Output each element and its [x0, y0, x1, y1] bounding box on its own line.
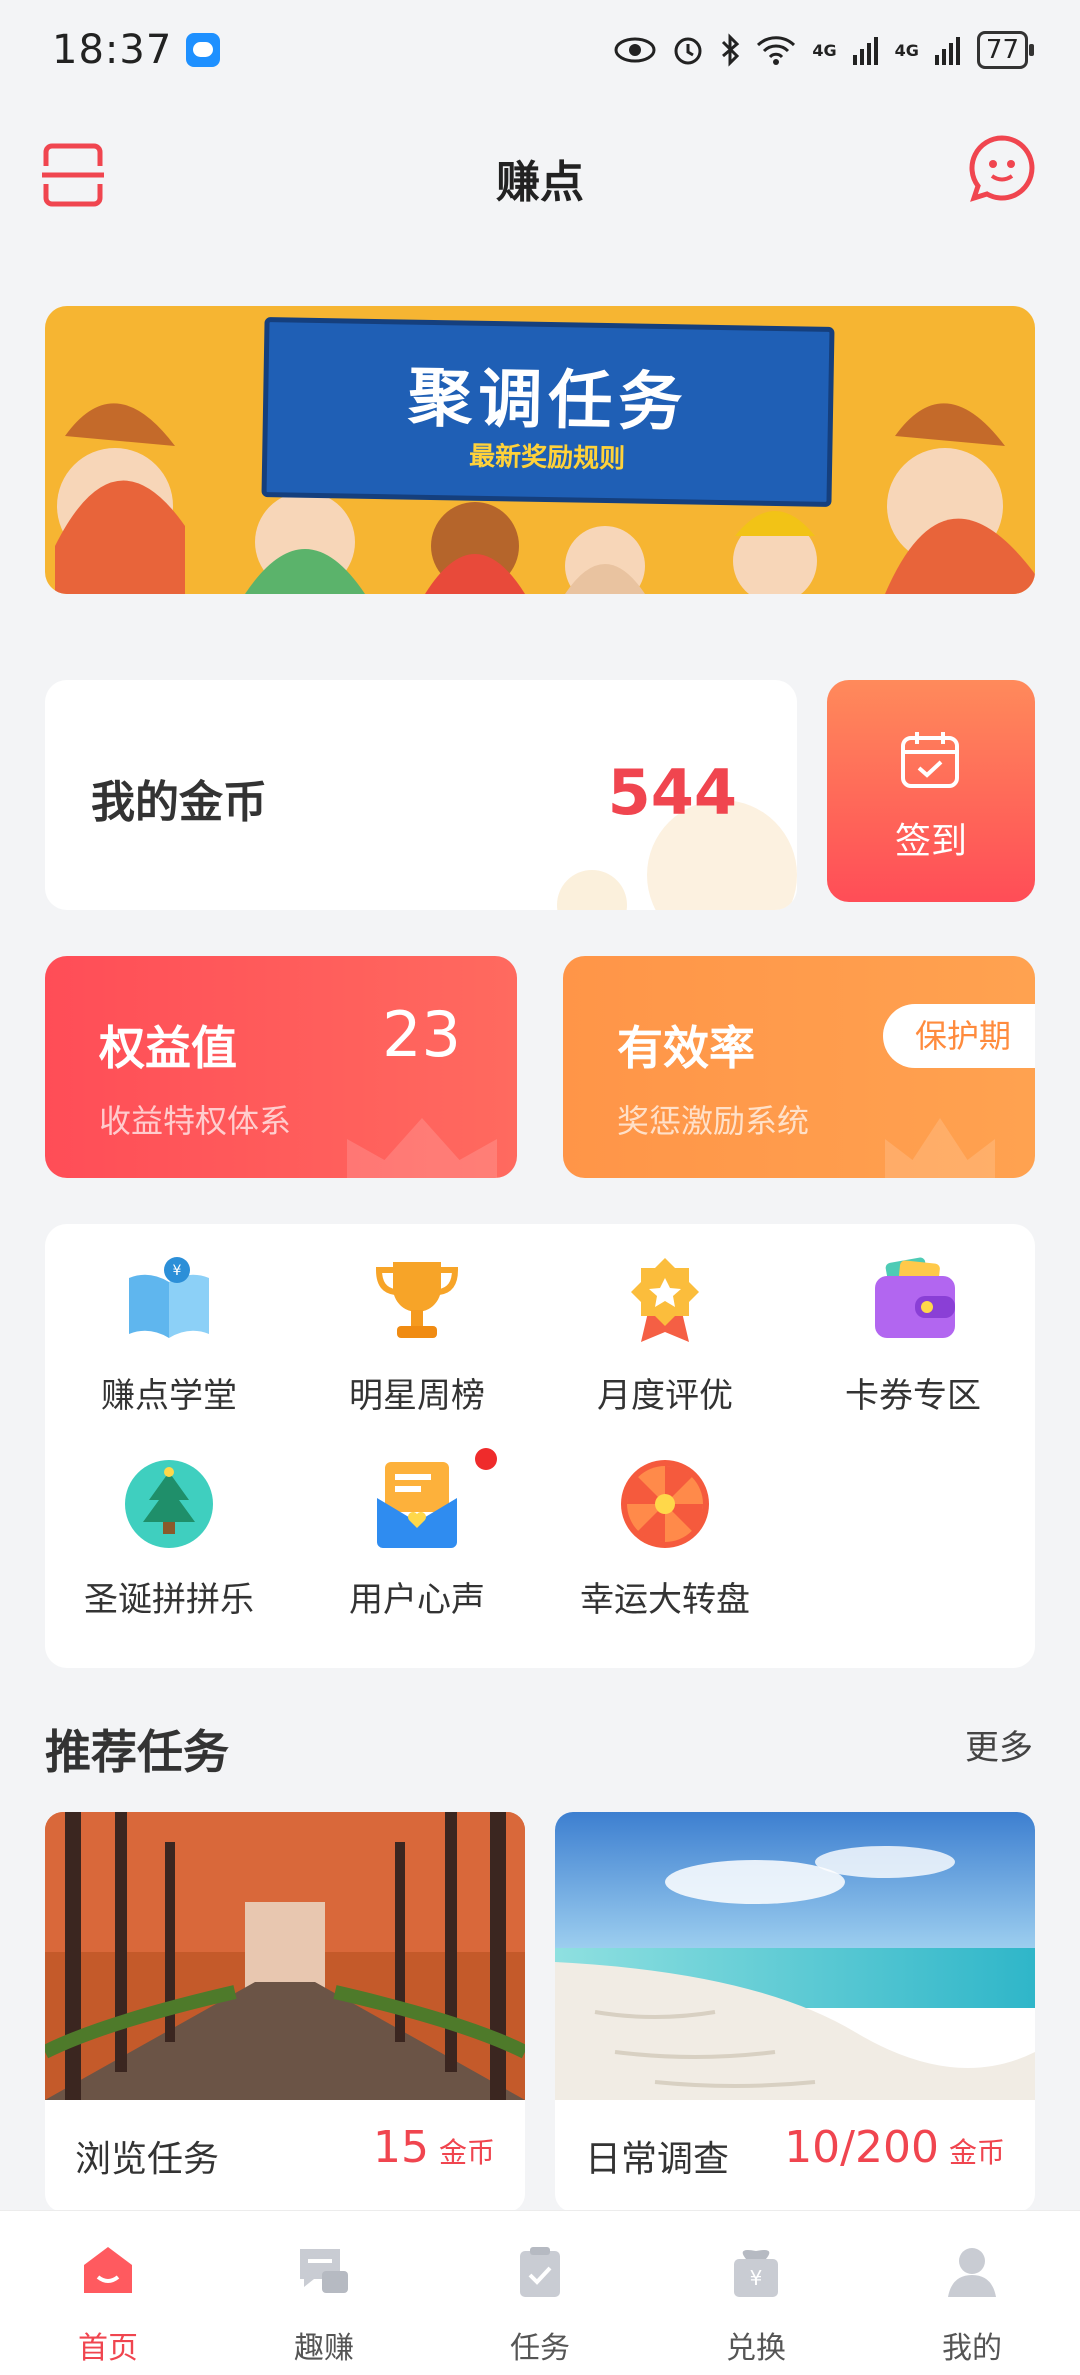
task-reward: 10/200 金币 — [784, 2122, 1005, 2173]
grid-label: 明星周榜 — [349, 1376, 485, 1416]
tab-fun-earn[interactable]: 趣赚 — [216, 2211, 432, 2375]
tab-label: 趣赚 — [294, 2331, 354, 2366]
alarm-icon — [674, 37, 702, 65]
task-reward-value: 10/200 — [784, 2122, 939, 2173]
rights-card[interactable]: 权益值 收益特权体系 23 — [45, 956, 517, 1178]
customer-service-icon[interactable] — [968, 134, 1036, 202]
svg-text:¥: ¥ — [173, 1263, 182, 1279]
task-reward-unit: 金币 — [948, 2136, 1005, 2169]
task-name: 浏览任务 — [75, 2139, 220, 2180]
chat-icon — [300, 2249, 348, 2293]
grid-label: 月度评优 — [597, 1376, 733, 1416]
tab-mine[interactable]: 我的 — [864, 2211, 1080, 2375]
status-bar: 18:37 4G 4G 77 — [0, 0, 1080, 100]
mail-heart-icon — [377, 1462, 457, 1548]
grid-label: 幸运大转盘 — [580, 1580, 750, 1620]
rights-subtitle: 收益特权体系 — [99, 1102, 292, 1140]
coin-decoration-small — [557, 870, 627, 910]
task-image-forest-path — [45, 1812, 525, 2100]
rights-value: 23 — [382, 998, 461, 1071]
app-header: 赚点 — [0, 120, 1080, 230]
banner-board: 聚调任务 最新奖励规则 — [261, 317, 835, 507]
rights-title: 权益值 — [99, 1021, 237, 1075]
task-name: 日常调查 — [585, 2139, 730, 2180]
task-reward-unit: 金币 — [438, 2136, 495, 2169]
task-card-browse[interactable]: 浏览任务 15 金币 — [45, 1812, 525, 2212]
eye-icon — [614, 37, 656, 63]
gift-icon: ¥ — [734, 2250, 778, 2297]
tab-label: 我的 — [942, 2331, 1002, 2366]
christmas-tree-icon — [125, 1460, 213, 1548]
grid-item-star-ranking[interactable]: 明星周榜 — [293, 1224, 541, 1424]
coins-value: 544 — [607, 756, 737, 829]
signal-icon — [852, 37, 878, 65]
trophy-icon — [375, 1262, 459, 1338]
signin-label: 签到 — [894, 821, 967, 862]
grid-item-monthly-award[interactable]: 月度评优 — [541, 1224, 789, 1424]
signal-icon — [934, 37, 960, 65]
efficiency-card[interactable]: 有效率 奖惩激励系统 保护期 — [563, 956, 1035, 1178]
wifi-icon — [757, 36, 796, 65]
tab-label: 首页 — [78, 2331, 138, 2366]
bluetooth-icon — [722, 33, 740, 67]
feature-grid: ¥ 赚点学堂 明星周榜 月度评优 卡券专区 圣诞拼拼乐 用户心声 幸运大转盘 — [45, 1224, 1035, 1668]
my-coins-card[interactable]: 我的金币 544 — [45, 680, 797, 910]
efficiency-subtitle: 奖惩激励系统 — [617, 1102, 810, 1140]
grid-item-coupons[interactable]: 卡券专区 — [789, 1224, 1037, 1424]
page-title: 赚点 — [496, 157, 584, 208]
more-link[interactable]: 更多 — [965, 1720, 1033, 1769]
medal-icon — [631, 1258, 699, 1342]
grid-label: 赚点学堂 — [101, 1376, 237, 1416]
grid-label: 卡券专区 — [845, 1376, 981, 1416]
lucky-wheel-icon — [621, 1460, 709, 1548]
promo-banner[interactable]: 聚调任务 最新奖励规则 — [45, 306, 1035, 594]
tab-label: 兑换 — [726, 2331, 786, 2366]
tab-exchange[interactable]: ¥ 兑换 — [648, 2211, 864, 2375]
task-reward: 15 金币 — [373, 2122, 495, 2173]
grid-item-school[interactable]: ¥ 赚点学堂 — [45, 1224, 293, 1424]
grid-label: 圣诞拼拼乐 — [84, 1580, 254, 1620]
clipboard-icon — [520, 2247, 560, 2297]
grid-item-lucky-wheel[interactable]: 幸运大转盘 — [541, 1428, 789, 1628]
efficiency-title: 有效率 — [617, 1021, 755, 1075]
protection-badge: 保护期 — [882, 1004, 1035, 1068]
home-icon — [84, 2247, 132, 2293]
grid-item-user-voice[interactable]: 用户心声 — [293, 1428, 541, 1628]
task-image-beach — [555, 1812, 1035, 2100]
section-title: 推荐任务 — [45, 1725, 229, 1779]
banner-title: 聚调任务 — [407, 361, 689, 441]
tab-tasks[interactable]: 任务 — [432, 2211, 648, 2375]
grid-item-christmas[interactable]: 圣诞拼拼乐 — [45, 1428, 293, 1628]
wallet-icon — [875, 1257, 955, 1338]
status-icons: 4G 4G 77 — [614, 31, 1035, 69]
tab-home[interactable]: 首页 — [0, 2211, 216, 2375]
lotus-decoration — [885, 1118, 995, 1178]
book-icon: ¥ — [129, 1257, 209, 1338]
status-time: 18:37 — [52, 27, 173, 73]
svg-text:¥: ¥ — [750, 2266, 763, 2290]
task-card-survey[interactable]: 日常调查 10/200 金币 — [555, 1812, 1035, 2212]
user-icon — [948, 2248, 996, 2297]
notification-dot — [475, 1448, 497, 1470]
message-notification-icon — [186, 33, 221, 67]
network-type-1: 4G — [812, 40, 837, 60]
battery-indicator: 77 — [976, 31, 1035, 69]
task-reward-value: 15 — [372, 2122, 429, 2173]
crown-decoration — [347, 1118, 497, 1178]
tab-label: 任务 — [510, 2331, 570, 2366]
calendar-check-icon — [901, 732, 959, 788]
bottom-tab-bar: 首页 趣赚 任务 ¥ 兑换 我的 — [0, 2210, 1080, 2375]
coins-label: 我的金币 — [91, 777, 267, 828]
grid-label: 用户心声 — [349, 1580, 485, 1620]
signin-button[interactable]: 签到 — [827, 680, 1035, 902]
network-type-2: 4G — [894, 40, 919, 60]
